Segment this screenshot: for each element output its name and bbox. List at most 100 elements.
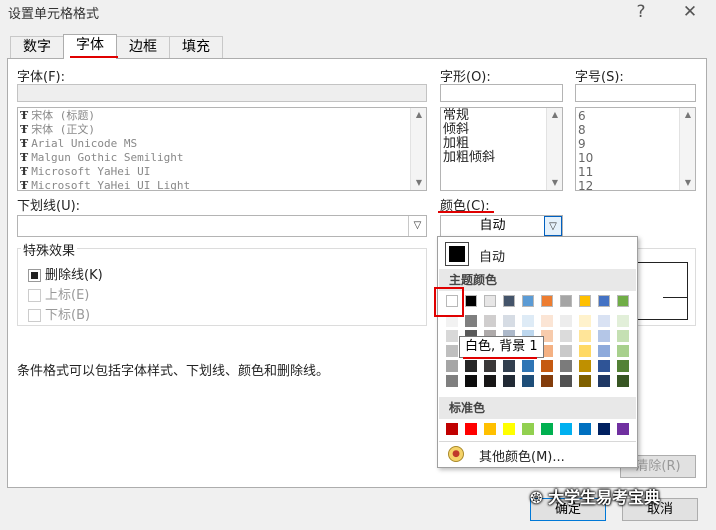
font-list-item[interactable]: Ŧ Microsoft YaHei UI [20, 165, 426, 179]
scroll-down-icon[interactable]: ▼ [411, 176, 426, 190]
theme-color-swatch[interactable] [522, 295, 534, 307]
chevron-down-icon[interactable]: ▽ [544, 216, 562, 236]
theme-color-swatch[interactable] [503, 295, 515, 307]
style-list-item[interactable]: 常规 [443, 109, 562, 123]
theme-shade-swatch[interactable] [522, 375, 534, 387]
style-list-item[interactable]: 加粗倾斜 [443, 151, 562, 165]
theme-color-swatch[interactable] [579, 295, 591, 307]
theme-shade-swatch[interactable] [446, 360, 458, 372]
theme-shade-swatch[interactable] [579, 315, 591, 327]
theme-shade-swatch[interactable] [560, 360, 572, 372]
theme-color-swatch[interactable] [617, 295, 629, 307]
auto-color-label[interactable]: 自动 [479, 246, 505, 265]
theme-shade-swatch[interactable] [617, 375, 629, 387]
font-list-item[interactable]: Ŧ 宋体 (标题) [20, 109, 426, 123]
theme-shade-swatch[interactable] [598, 330, 610, 342]
close-icon[interactable]: ✕ [675, 0, 705, 24]
size-list-item[interactable]: 6 [578, 109, 695, 123]
theme-shade-swatch[interactable] [446, 330, 458, 342]
underline-select[interactable]: ▽ [17, 215, 427, 237]
standard-color-swatch[interactable] [598, 423, 610, 435]
tab-number[interactable]: 数字 [10, 36, 64, 58]
size-list-item[interactable]: 8 [578, 123, 695, 137]
theme-shade-swatch[interactable] [579, 330, 591, 342]
theme-shade-swatch[interactable] [579, 360, 591, 372]
more-colors-item[interactable]: 其他颜色(M)... [479, 446, 565, 465]
size-input[interactable] [575, 84, 696, 102]
scroll-up-icon[interactable]: ▲ [680, 108, 695, 122]
theme-shade-swatch[interactable] [484, 315, 496, 327]
font-list[interactable]: Ŧ 宋体 (标题) Ŧ 宋体 (正文) Ŧ Arial Unicode MS Ŧ Mal… [17, 107, 427, 191]
standard-color-swatch[interactable] [617, 423, 629, 435]
theme-shade-swatch[interactable] [503, 375, 515, 387]
font-list-item[interactable]: Ŧ Arial Unicode MS [20, 137, 426, 151]
help-icon[interactable]: ? [626, 0, 656, 24]
scroll-up-icon[interactable]: ▲ [547, 108, 562, 122]
theme-shade-swatch[interactable] [598, 345, 610, 357]
theme-shade-swatch[interactable] [446, 345, 458, 357]
size-list[interactable]: 6 8 9 10 11 12 ▲ ▼ [575, 107, 696, 191]
font-list-scrollbar[interactable]: ▲ ▼ [410, 108, 426, 190]
size-list-item[interactable]: 11 [578, 165, 695, 179]
theme-color-swatch[interactable] [560, 295, 572, 307]
theme-shade-swatch[interactable] [484, 360, 496, 372]
standard-color-swatch[interactable] [541, 423, 553, 435]
theme-shade-swatch[interactable] [522, 315, 534, 327]
theme-shade-swatch[interactable] [617, 345, 629, 357]
font-input[interactable] [17, 84, 427, 102]
theme-shade-swatch[interactable] [465, 315, 477, 327]
size-list-scrollbar[interactable]: ▲ ▼ [679, 108, 695, 190]
theme-color-swatch[interactable] [541, 295, 553, 307]
standard-color-swatch[interactable] [446, 423, 458, 435]
theme-shade-swatch[interactable] [560, 315, 572, 327]
theme-shade-swatch[interactable] [541, 315, 553, 327]
font-list-item[interactable]: Ŧ Microsoft YaHei UI Light [20, 179, 426, 190]
style-list-item[interactable]: 倾斜 [443, 123, 562, 137]
theme-color-swatch[interactable] [598, 295, 610, 307]
style-list-item[interactable]: 加粗 [443, 137, 562, 151]
chevron-down-icon[interactable]: ▽ [408, 216, 426, 236]
theme-shade-swatch[interactable] [617, 330, 629, 342]
standard-color-swatch[interactable] [503, 423, 515, 435]
theme-shade-swatch[interactable] [579, 345, 591, 357]
theme-color-swatch[interactable] [465, 295, 477, 307]
theme-shade-swatch[interactable] [503, 315, 515, 327]
strikethrough-checkbox[interactable]: 删除线(K) [28, 264, 103, 283]
theme-shade-swatch[interactable] [503, 360, 515, 372]
standard-color-swatch[interactable] [522, 423, 534, 435]
checkbox-checked-icon[interactable] [28, 269, 41, 282]
scroll-down-icon[interactable]: ▼ [547, 176, 562, 190]
style-list-scrollbar[interactable]: ▲ ▼ [546, 108, 562, 190]
font-list-item[interactable]: Ŧ 宋体 (正文) [20, 123, 426, 137]
theme-shade-swatch[interactable] [560, 345, 572, 357]
tab-border[interactable]: 边框 [116, 36, 170, 58]
theme-shade-swatch[interactable] [598, 375, 610, 387]
theme-shade-swatch[interactable] [560, 330, 572, 342]
theme-shade-swatch[interactable] [617, 360, 629, 372]
style-list[interactable]: 常规 倾斜 加粗 加粗倾斜 ▲ ▼ [440, 107, 563, 191]
standard-color-swatch[interactable] [484, 423, 496, 435]
standard-color-swatch[interactable] [579, 423, 591, 435]
theme-shade-swatch[interactable] [598, 360, 610, 372]
theme-shade-swatch[interactable] [617, 315, 629, 327]
theme-shade-swatch[interactable] [465, 360, 477, 372]
theme-color-swatch[interactable] [484, 295, 496, 307]
theme-shade-swatch[interactable] [465, 375, 477, 387]
theme-shade-swatch[interactable] [560, 375, 572, 387]
size-list-item[interactable]: 10 [578, 151, 695, 165]
theme-shade-swatch[interactable] [598, 315, 610, 327]
tab-fill[interactable]: 填充 [169, 36, 223, 58]
scroll-up-icon[interactable]: ▲ [411, 108, 426, 122]
standard-color-swatch[interactable] [465, 423, 477, 435]
size-list-item[interactable]: 9 [578, 137, 695, 151]
color-select[interactable]: 自动 ▽ [440, 215, 563, 237]
auto-color-swatch[interactable] [445, 242, 469, 266]
theme-shade-swatch[interactable] [541, 360, 553, 372]
theme-shade-swatch[interactable] [484, 375, 496, 387]
theme-shade-swatch[interactable] [579, 375, 591, 387]
theme-shade-swatch[interactable] [446, 375, 458, 387]
theme-shade-swatch[interactable] [541, 375, 553, 387]
standard-color-swatch[interactable] [560, 423, 572, 435]
size-list-item[interactable]: 12 [578, 179, 695, 190]
style-input[interactable] [440, 84, 563, 102]
